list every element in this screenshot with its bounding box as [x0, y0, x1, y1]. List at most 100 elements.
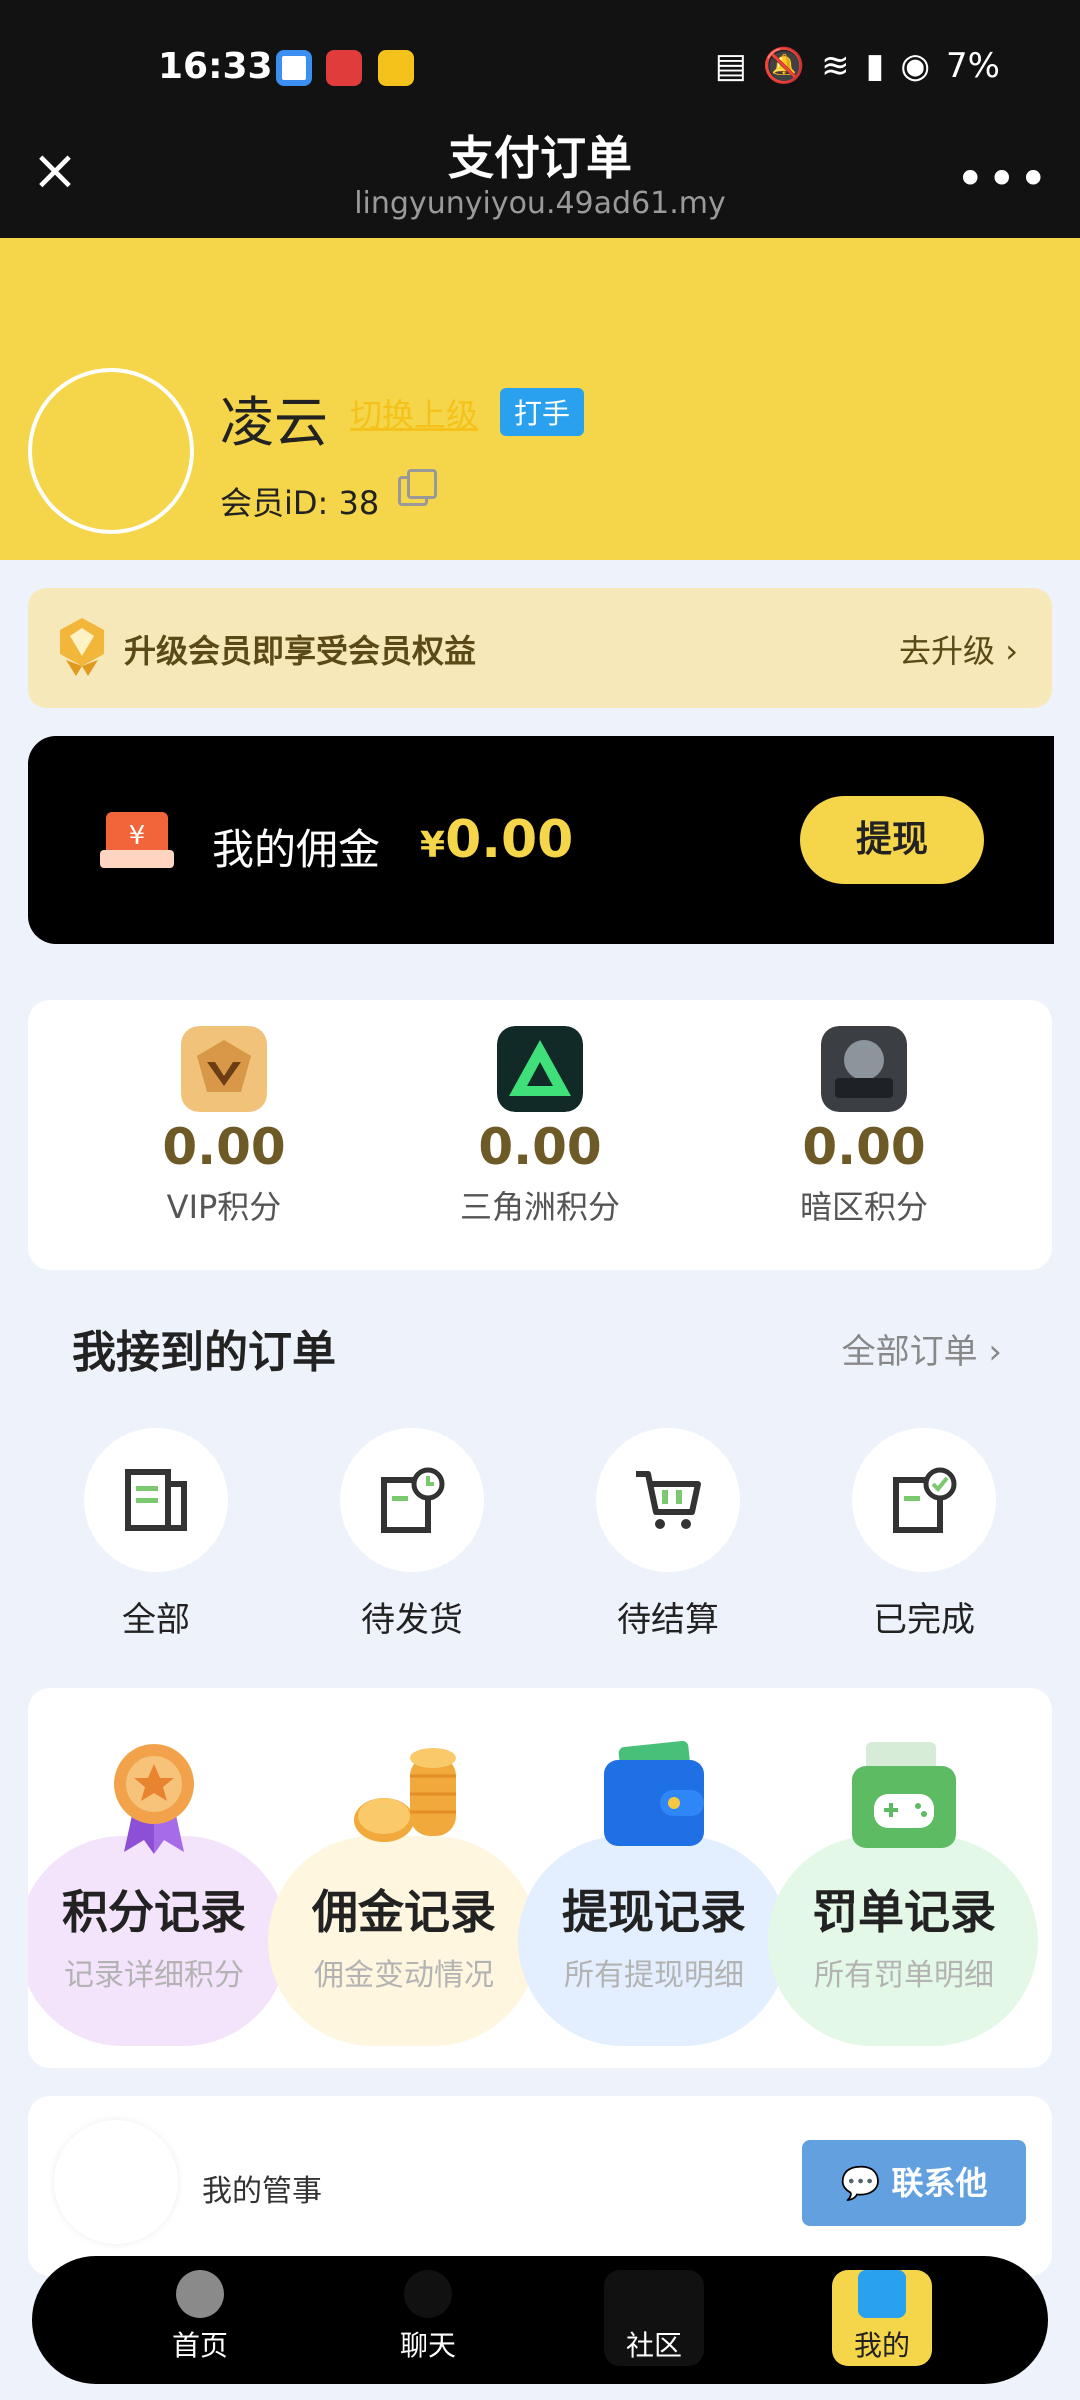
contact-label: 联系他: [891, 2164, 988, 2202]
commission-label: 我的佣金: [212, 825, 381, 874]
record-title: 积分记录: [62, 1885, 246, 1939]
copy-icon[interactable]: [398, 469, 437, 506]
coins-icon: [354, 1748, 456, 1842]
more-icon[interactable]: •••: [956, 150, 1050, 208]
chat-icon: [404, 2270, 452, 2318]
wallet-icon: [604, 1740, 704, 1846]
tab-mine[interactable]: 我的: [832, 2270, 932, 2366]
wifi-icon: ≋: [821, 46, 850, 86]
page-title: 支付订单: [448, 131, 632, 185]
home-icon: [176, 2270, 224, 2318]
nfc-icon: ▤: [714, 46, 747, 86]
points-delta[interactable]: 0.00 三角洲积分: [410, 1026, 670, 1228]
mute-icon: 🔕: [762, 46, 806, 86]
record-title: 佣金记录: [312, 1885, 496, 1939]
order-tab-all[interactable]: 全部: [56, 1428, 256, 1641]
record-subtitle: 所有提现明细: [564, 1958, 744, 1993]
order-tab-label: 待发货: [361, 1600, 463, 1640]
order-icon-wrap: [852, 1428, 996, 1572]
orders-section-title: 我接到的订单: [72, 1327, 336, 1378]
signal-icon: ▮: [865, 46, 885, 86]
record-title: 提现记录: [562, 1885, 746, 1939]
tab-label: 我的: [853, 2329, 910, 2362]
points-value: 0.00: [802, 1118, 926, 1176]
wallet-app-icon: [276, 50, 312, 86]
document-icon: [125, 1469, 187, 1531]
mail-app-icon: [378, 50, 414, 86]
points-value: 0.00: [162, 1118, 286, 1176]
upgrade-link-label: 去升级: [899, 632, 996, 670]
dark-zone-logo-icon: [821, 1026, 907, 1112]
points-value: 0.00: [478, 1118, 602, 1176]
page-url: lingyunyiyou.49ad61.my: [354, 186, 726, 221]
order-tab-label: 待结算: [617, 1600, 719, 1640]
status-indicators: ▤ 🔕 ≋ ▮ ◉ 7%: [715, 46, 1000, 86]
delta-logo-icon: [497, 1026, 583, 1112]
withdraw-record-item[interactable]: 提现记录 所有提现明细: [518, 1736, 788, 2046]
order-tab-pending-shipment[interactable]: 待发货: [312, 1428, 512, 1641]
star-medal-icon: [114, 1744, 194, 1854]
tab-label: 首页: [171, 2329, 228, 2362]
all-orders-label: 全部订单: [841, 1332, 978, 1372]
commission-record-item[interactable]: 佣金记录 佣金变动情况: [268, 1736, 538, 2046]
status-time: 16:33: [158, 46, 273, 87]
order-tab-pending-settlement[interactable]: 待结算: [568, 1428, 768, 1641]
medal-icon: [60, 618, 104, 676]
member-id: 会员iD: 38: [220, 484, 380, 522]
record-subtitle: 记录详细积分: [64, 1958, 244, 1993]
points-record-item[interactable]: 积分记录 记录详细积分: [28, 1736, 288, 2046]
upgrade-text: 升级会员即享受会员权益: [124, 632, 477, 670]
avatar[interactable]: [28, 368, 194, 534]
points-card: 0.00 VIP积分 0.00 三角洲积分 0.00 暗区积分: [28, 1000, 1052, 1270]
battery-icon: ◉: [900, 46, 931, 86]
red-app-icon: [326, 50, 362, 86]
nav-bar: × 支付订单 lingyunyiyou.49ad61.my •••: [0, 120, 1080, 238]
red-envelope-icon: ¥: [100, 812, 174, 868]
commission-amount: ¥0.00: [420, 810, 573, 870]
penalty-record-item[interactable]: 罚单记录 所有罚单明细: [768, 1736, 1038, 2046]
order-tab-completed[interactable]: 已完成: [824, 1428, 1024, 1641]
tab-label: 社区: [625, 2329, 682, 2362]
all-orders-link[interactable]: 全部订单 ›: [842, 1324, 1002, 1373]
bottom-tab-bar: 首页 聊天 社区 我的: [32, 2256, 1048, 2384]
manager-card: 我的管事 💬 联系他: [28, 2096, 1052, 2276]
vip-logo-icon: [181, 1026, 267, 1112]
records-card: 积分记录 记录详细积分 佣金记录 佣金变动情况 提现记录 所有提现明细 罚单记录…: [28, 1688, 1052, 2068]
points-label: 三角洲积分: [459, 1188, 620, 1226]
contact-button[interactable]: 💬 联系他: [802, 2140, 1026, 2226]
check-document-icon: [893, 1467, 957, 1533]
record-subtitle: 佣金变动情况: [314, 1958, 494, 1993]
points-label: 暗区积分: [799, 1188, 928, 1226]
order-icon-wrap: [596, 1428, 740, 1572]
battery-level: 7%: [946, 46, 1000, 86]
tab-label: 聊天: [399, 2329, 456, 2362]
chevron-right-icon: ›: [988, 1332, 1002, 1372]
tab-chat[interactable]: 聊天: [378, 2270, 478, 2366]
chat-bubble-icon: 💬: [840, 2164, 881, 2202]
points-vip[interactable]: 0.00 VIP积分: [94, 1026, 354, 1228]
svg-text:¥: ¥: [129, 821, 146, 851]
tab-community[interactable]: 社区: [604, 2270, 704, 2366]
profile-header: 凌云 切换上级 打手 会员iD: 38: [0, 238, 1080, 560]
chevron-right-icon: ›: [1005, 632, 1018, 670]
order-icon-wrap: [340, 1428, 484, 1572]
manager-avatar: [54, 2120, 178, 2244]
cart-icon: [636, 1471, 701, 1529]
switch-superior-link[interactable]: 切换上级: [350, 390, 478, 436]
commission-card: ¥ 我的佣金 ¥0.00 提现: [28, 736, 1054, 944]
role-badge: 打手: [500, 388, 585, 436]
record-subtitle: 所有罚单明细: [814, 1958, 994, 1993]
withdraw-button[interactable]: 提现: [800, 796, 984, 884]
community-icon: [630, 2270, 678, 2318]
order-tab-label: 已完成: [873, 1600, 975, 1640]
upgrade-banner[interactable]: 升级会员即享受会员权益 去升级 ›: [28, 588, 1052, 708]
currency-symbol: ¥: [420, 825, 446, 866]
manager-label: 我的管事: [202, 2174, 322, 2209]
tab-home[interactable]: 首页: [150, 2270, 250, 2366]
upgrade-link[interactable]: 去升级 ›: [899, 626, 1018, 672]
status-bar: 16:33 ▤ 🔕 ≋ ▮ ◉ 7%: [0, 0, 1080, 136]
record-title: 罚单记录: [812, 1885, 996, 1939]
order-icon-wrap: [84, 1428, 228, 1572]
points-dark-zone[interactable]: 0.00 暗区积分: [734, 1026, 994, 1228]
user-name: 凌云: [220, 391, 328, 454]
